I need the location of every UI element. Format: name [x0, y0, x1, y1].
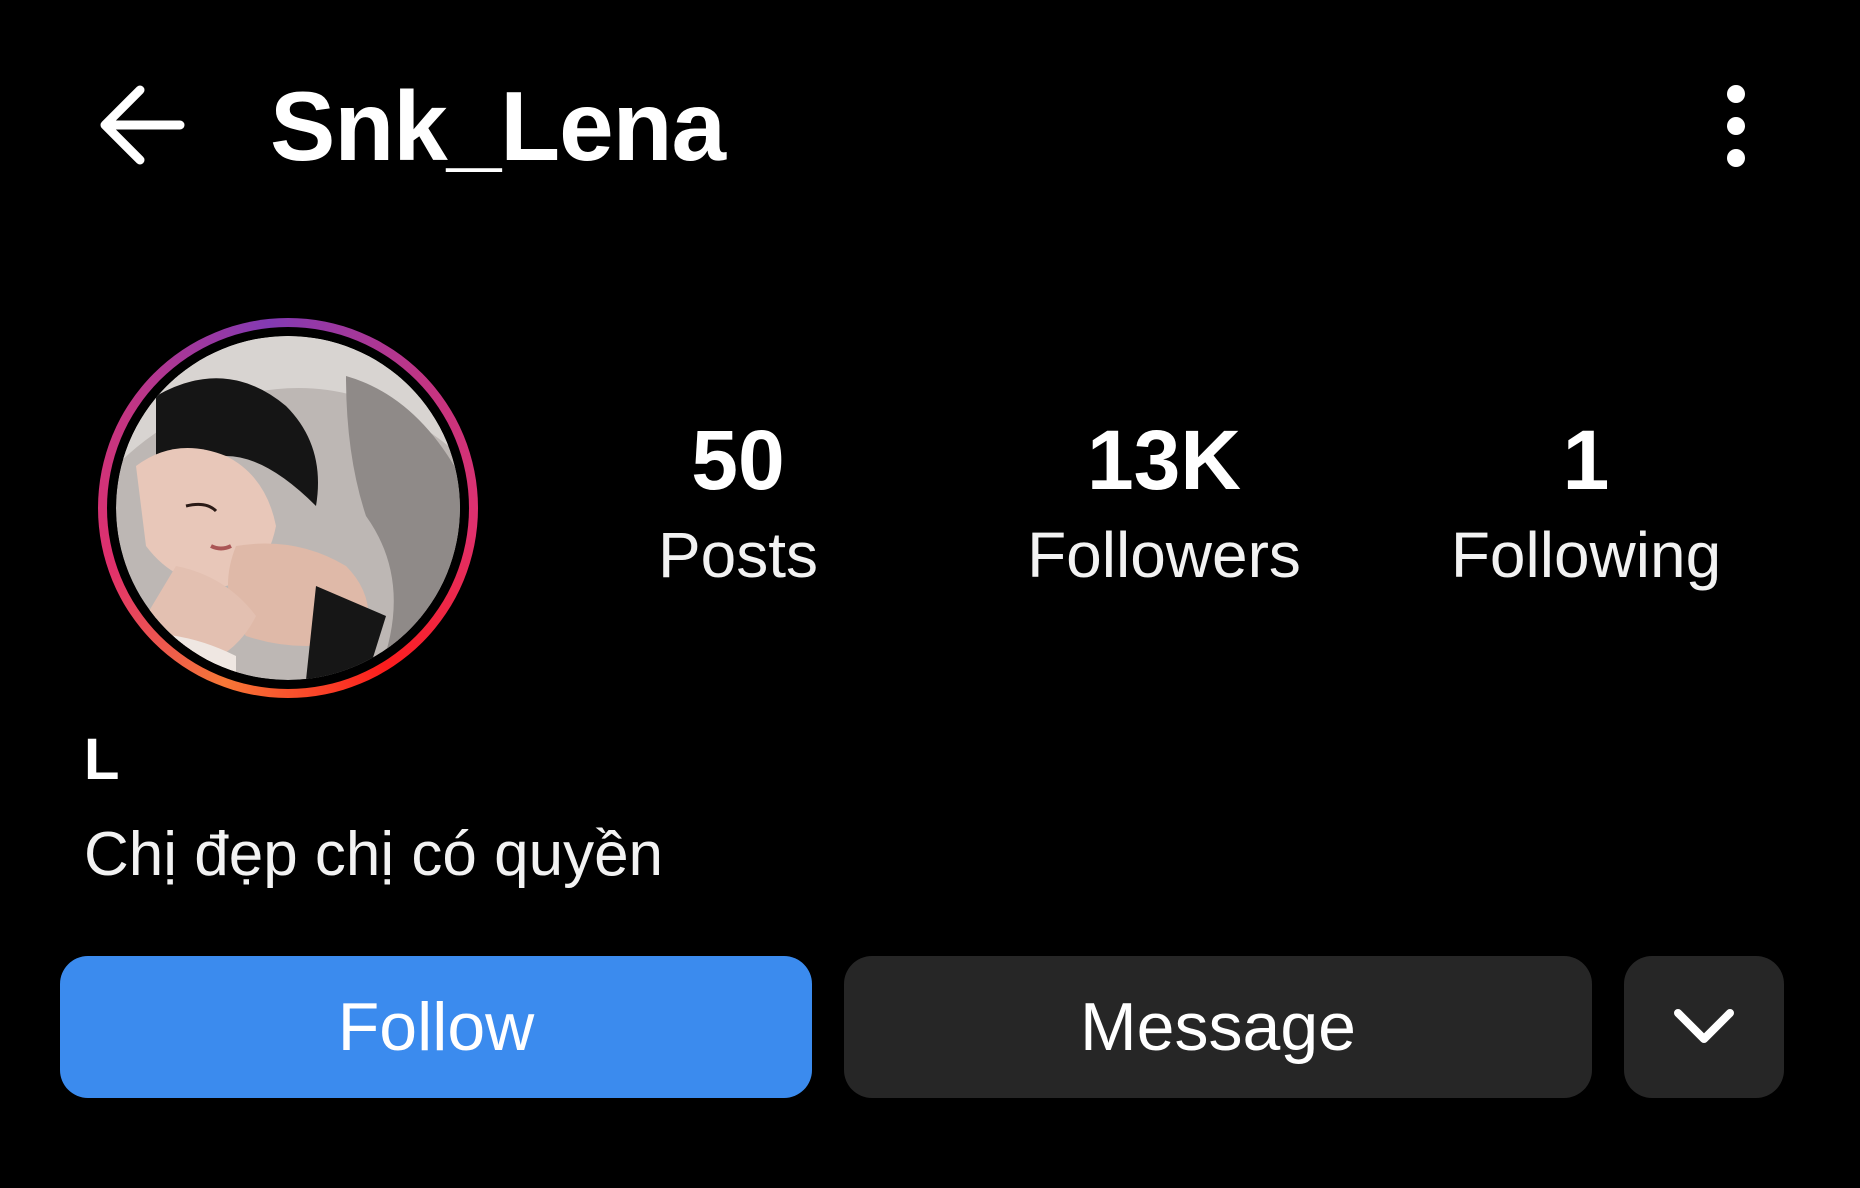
arrow-left-icon [100, 85, 185, 165]
chevron-down-icon [1674, 1009, 1734, 1043]
avatar [116, 336, 460, 680]
follow-button-label: Follow [337, 989, 535, 1065]
back-button[interactable] [96, 82, 188, 168]
profile-screen: Snk_Lena 50 Posts 13K Followers 1 Follow… [0, 0, 1860, 1188]
posts-count: 50 [691, 413, 785, 507]
follow-button[interactable]: Follow [60, 956, 812, 1098]
following-stat[interactable]: 1 Following [1406, 410, 1766, 600]
followers-label: Followers [1027, 519, 1301, 591]
display-name: L [84, 727, 120, 792]
story-ring[interactable] [98, 318, 478, 698]
profile-username: Snk_Lena [270, 71, 726, 181]
avatar-gap [107, 327, 469, 689]
following-label: Following [1450, 519, 1722, 591]
suggested-accounts-button[interactable] [1624, 956, 1784, 1098]
message-button[interactable]: Message [844, 956, 1592, 1098]
followers-stat[interactable]: 13K Followers [984, 410, 1344, 600]
message-button-label: Message [1080, 989, 1356, 1065]
posts-label: Posts [657, 519, 819, 591]
bio-text: Chị đẹp chị có quyền [84, 820, 664, 889]
following-count: 1 [1562, 413, 1610, 507]
more-options-button[interactable] [1712, 84, 1760, 168]
vertical-ellipsis-icon [1727, 85, 1745, 167]
followers-count: 13K [1086, 413, 1242, 507]
posts-stat[interactable]: 50 Posts [558, 410, 918, 600]
